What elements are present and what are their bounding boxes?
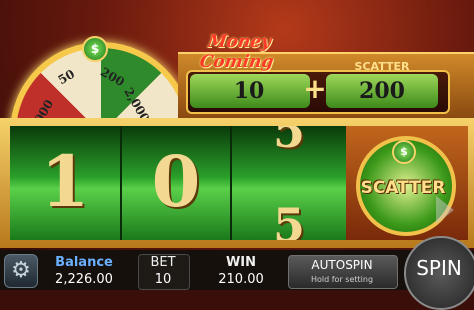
scatter-value: 200 bbox=[359, 78, 405, 104]
scatter-label: SCATTER bbox=[354, 60, 410, 73]
reel-3-bottom-digit: 5 bbox=[272, 198, 305, 240]
game-title: Money Coming bbox=[198, 32, 275, 72]
bet-label: BET bbox=[150, 255, 176, 270]
wheel-pointer-icon: $ bbox=[82, 36, 108, 62]
gear-icon[interactable]: ⚙ bbox=[4, 254, 38, 288]
spin-label: SPIN bbox=[416, 256, 462, 280]
scatter-symbol-label: SCATTER bbox=[360, 178, 446, 198]
reel-2-digit: 0 bbox=[151, 140, 201, 223]
balance-label: Balance bbox=[55, 255, 113, 270]
reel-3-top-digit: 5 bbox=[272, 126, 305, 158]
side-arrow-icon[interactable] bbox=[436, 196, 454, 224]
bet-value: 10 bbox=[154, 272, 172, 287]
win-label: WIN bbox=[225, 255, 257, 270]
autospin-label: AUTOSPIN bbox=[311, 258, 373, 272]
dollar-coin-icon: $ bbox=[392, 140, 416, 164]
reel-area: 1 0 5 5 bbox=[10, 126, 346, 240]
multiplier-value: 10 bbox=[233, 78, 265, 104]
reel-2: 0 bbox=[122, 126, 232, 240]
win-value: 210.00 bbox=[218, 272, 264, 287]
balance-value: 2,226.00 bbox=[55, 272, 113, 287]
autospin-hint: Hold for setting bbox=[310, 275, 374, 284]
reel-3: 5 5 bbox=[232, 126, 346, 240]
reel-1: 1 bbox=[10, 126, 122, 240]
reel-1-digit: 1 bbox=[40, 140, 90, 223]
